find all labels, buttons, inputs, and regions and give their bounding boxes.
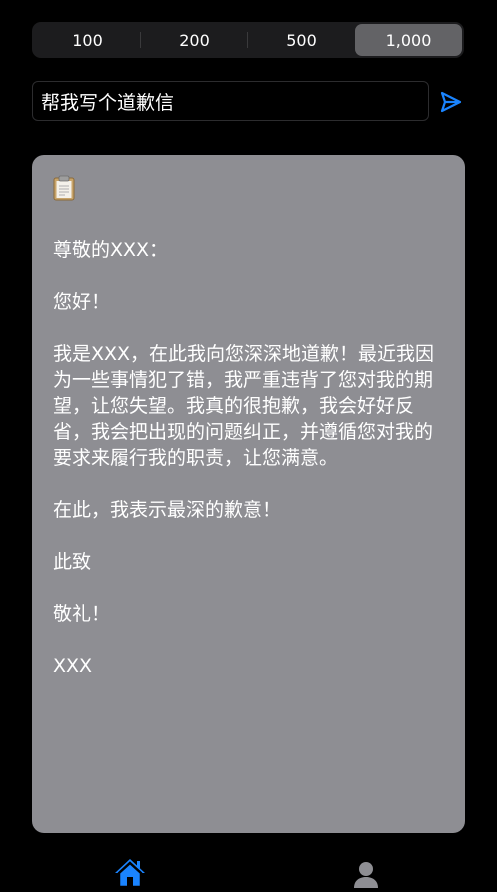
prompt-input[interactable]: 帮我写个道歉信 [32, 81, 429, 121]
letter-salute: 敬礼！ [53, 603, 111, 625]
letter-apology: 在此，我表示最深的歉意！ [53, 499, 282, 521]
letter-closing: 此致 [53, 551, 92, 573]
letter-signature: XXX [53, 655, 93, 677]
length-selector: 100 200 500 1,000 [32, 22, 464, 58]
length-option-500[interactable]: 500 [248, 24, 355, 56]
letter-greeting: 尊敬的XXX： [53, 239, 169, 261]
length-option-1000[interactable]: 1,000 [355, 24, 462, 56]
prompt-row: 帮我写个道歉信 [32, 81, 464, 123]
tab-profile[interactable] [352, 860, 380, 888]
send-icon [440, 91, 462, 113]
letter-hello: 您好！ [53, 291, 111, 313]
person-icon [354, 862, 378, 888]
send-button[interactable] [437, 88, 465, 116]
result-card: 尊敬的XXX： 您好！ 我是XXX，在此我向您深深地道歉！最近我因为一些事情犯了… [32, 155, 465, 833]
length-option-100[interactable]: 100 [34, 24, 141, 56]
letter-body: 我是XXX，在此我向您深深地道歉！最近我因为一些事情犯了错，我严重违背了您对我的… [53, 343, 435, 469]
letter-text: 尊敬的XXX： 您好！ 我是XXX，在此我向您深深地道歉！最近我因为一些事情犯了… [53, 237, 445, 679]
length-option-200[interactable]: 200 [141, 24, 248, 56]
tab-bar [0, 852, 497, 889]
clipboard-icon[interactable] [53, 175, 75, 201]
